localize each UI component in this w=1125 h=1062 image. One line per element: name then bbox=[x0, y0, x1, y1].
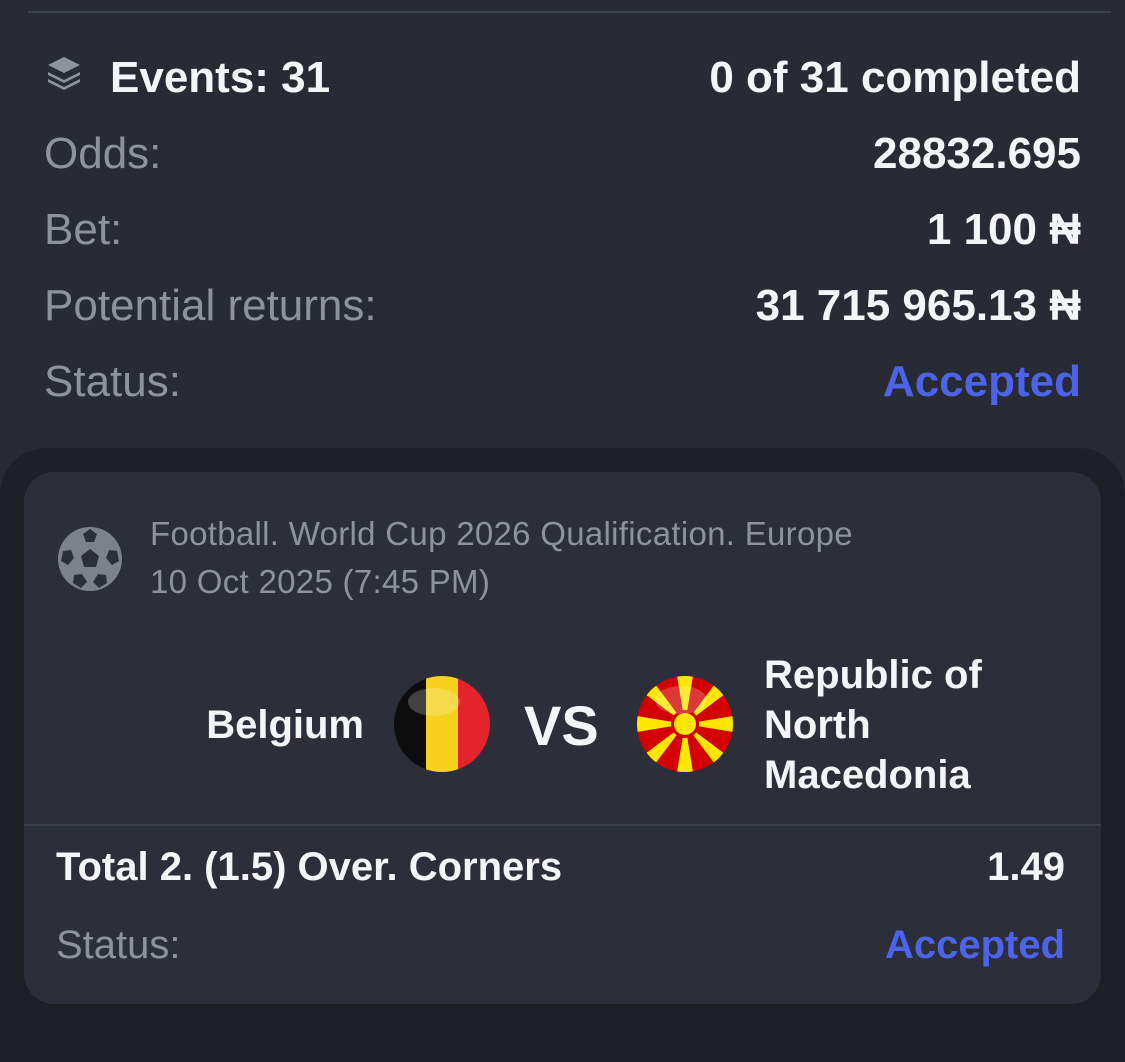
event-status-label: Status: bbox=[56, 922, 181, 967]
bet-row: Bet: 1 100 ₦ bbox=[44, 192, 1081, 268]
events-count: Events: 31 bbox=[44, 53, 330, 104]
card-divider bbox=[24, 824, 1101, 826]
status-label: Status: bbox=[44, 357, 181, 406]
event-info: Football. World Cup 2026 Qualification. … bbox=[150, 510, 853, 606]
event-card[interactable]: Football. World Cup 2026 Qualification. … bbox=[24, 472, 1101, 1004]
event-datetime: 10 Oct 2025 (7:45 PM) bbox=[150, 563, 491, 600]
bet-summary: Events: 31 0 of 31 completed Odds: 28832… bbox=[44, 40, 1081, 420]
returns-value: 31 715 965.13 ₦ bbox=[755, 281, 1081, 330]
match-teams: Belgium VS Republic of North Macedonia bbox=[24, 644, 1101, 806]
event-status-row: Status: Accepted bbox=[56, 920, 1065, 970]
market-odds: 1.49 bbox=[987, 844, 1065, 889]
away-team-line: North bbox=[764, 703, 871, 747]
returns-row: Potential returns: 31 715 965.13 ₦ bbox=[44, 268, 1081, 344]
away-team-name: Republic of North Macedonia bbox=[764, 650, 1064, 800]
bet-value: 1 100 ₦ bbox=[926, 205, 1081, 254]
bet-label: Bet: bbox=[44, 205, 123, 254]
status-row: Status: Accepted bbox=[44, 344, 1081, 420]
layers-icon bbox=[44, 53, 110, 104]
event-status-badge: Accepted bbox=[884, 922, 1065, 967]
belgium-flag-icon bbox=[394, 676, 490, 772]
market-row: Total 2. (1.5) Over. Corners 1.49 bbox=[56, 842, 1065, 892]
away-team-line: Macedonia bbox=[764, 753, 971, 797]
odds-label: Odds: bbox=[44, 129, 162, 178]
status-badge: Accepted bbox=[882, 357, 1081, 406]
north-macedonia-flag-icon bbox=[637, 676, 733, 772]
home-team-name: Belgium bbox=[206, 703, 364, 747]
events-label: Events: 31 bbox=[110, 53, 331, 102]
away-team-line: Republic of bbox=[764, 653, 982, 697]
competition-name: Football. World Cup 2026 Qualification. … bbox=[150, 515, 853, 552]
odds-value: 28832.695 bbox=[873, 129, 1081, 178]
top-divider bbox=[28, 11, 1111, 13]
events-row: Events: 31 0 of 31 completed bbox=[44, 40, 1081, 116]
football-icon bbox=[56, 510, 150, 598]
completed-count: 0 of 31 completed bbox=[709, 53, 1081, 102]
event-header: Football. World Cup 2026 Qualification. … bbox=[56, 510, 853, 606]
vs-label: VS bbox=[524, 694, 599, 757]
market-name: Total 2. (1.5) Over. Corners bbox=[56, 844, 563, 889]
returns-label: Potential returns: bbox=[44, 281, 377, 330]
odds-row: Odds: 28832.695 bbox=[44, 116, 1081, 192]
